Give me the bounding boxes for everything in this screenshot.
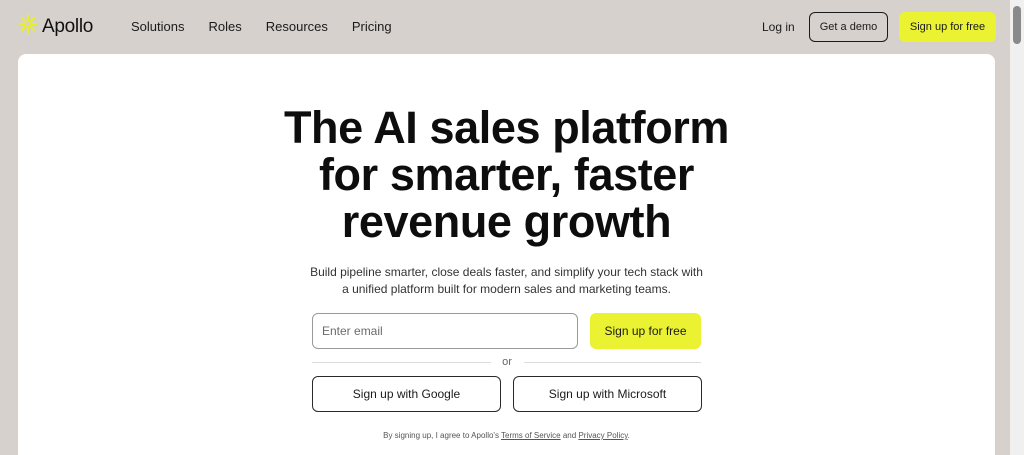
login-link[interactable]: Log in [762,20,795,34]
headline-line-3: revenue growth [341,196,672,247]
subtext-line-1: Build pipeline smarter, close deals fast… [310,265,703,279]
headline-line-1: The AI sales platform [283,102,730,153]
nav-link-pricing[interactable]: Pricing [352,19,392,34]
terms-link[interactable]: Terms of Service [501,431,561,440]
nav-signup-button[interactable]: Sign up for free [899,12,996,42]
nav-links: Solutions Roles Resources Pricing [131,19,416,34]
get-demo-button[interactable]: Get a demo [809,12,888,42]
legal-and: and [562,431,577,440]
microsoft-signup-button[interactable]: Sign up with Microsoft [513,376,702,412]
scrollbar[interactable] [1010,0,1024,455]
hero-signup-button[interactable]: Sign up for free [590,313,701,349]
nav-link-roles[interactable]: Roles [208,19,241,34]
top-nav: Apollo Solutions Roles Resources Pricing… [0,0,1010,54]
legal-prefix: By signing up, I agree to Apollo's [383,431,499,440]
legal-suffix: . [627,431,630,440]
subtext-line-2: a unified platform built for modern sale… [342,281,671,296]
nav-link-resources[interactable]: Resources [266,19,328,34]
hero-card: The AI sales platform for smarter, faste… [18,54,995,455]
scroll-thumb[interactable] [1013,6,1021,44]
headline-line-2: for smarter, faster [318,149,695,200]
sunburst-icon [18,14,38,39]
privacy-link[interactable]: Privacy Policy [578,431,627,440]
nav-link-solutions[interactable]: Solutions [131,19,184,34]
brand-name: Apollo [42,15,94,37]
hero-subtext: Build pipeline smarter, close deals fast… [18,264,995,297]
divider-right [524,362,701,363]
brand-logo[interactable]: Apollo [18,14,93,39]
google-signup-button[interactable]: Sign up with Google [312,376,501,412]
hero-headline: The AI sales platform for smarter, faste… [18,104,995,245]
or-separator: or [502,356,512,368]
divider-left [312,362,491,363]
legal-notice: By signing up, I agree to Apollo's Terms… [18,431,995,440]
email-input[interactable] [312,313,578,349]
